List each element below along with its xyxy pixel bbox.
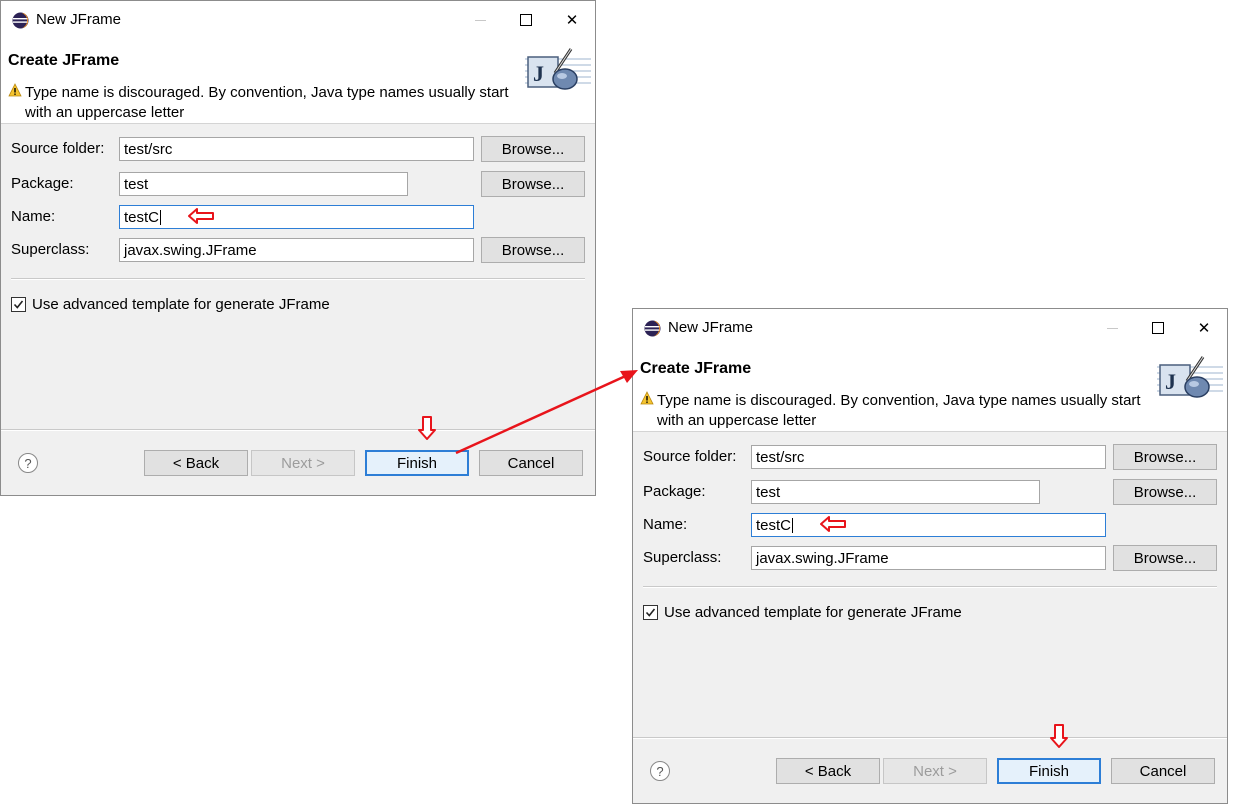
browse-package-button[interactable]: Browse... xyxy=(481,171,585,197)
superclass-label: Superclass: xyxy=(11,241,90,258)
advanced-template-checkbox[interactable] xyxy=(11,297,26,312)
wizard-header: Create JFrame Type name is discouraged. … xyxy=(633,347,1227,432)
maximize-button[interactable] xyxy=(1135,309,1181,347)
close-icon: ✕ xyxy=(1197,320,1211,337)
advanced-template-checkbox[interactable] xyxy=(643,605,658,620)
help-button[interactable]: ? xyxy=(650,761,670,781)
separator xyxy=(643,586,1217,588)
red-arrow-down-icon xyxy=(418,416,436,440)
banner-letter: J xyxy=(1165,369,1176,394)
warning-message: Type name is discouraged. By convention,… xyxy=(657,392,1141,429)
advanced-template-label: Use advanced template for generate JFram… xyxy=(664,604,962,621)
name-label: Name: xyxy=(11,208,56,225)
superclass-input[interactable]: javax.swing.JFrame xyxy=(751,546,1106,570)
window-title: New JFrame xyxy=(668,319,754,336)
page-title: Create JFrame xyxy=(640,360,752,377)
name-input[interactable]: testC xyxy=(751,513,1106,537)
close-button[interactable]: ✕ xyxy=(549,1,595,39)
warning-icon xyxy=(8,83,22,97)
browse-superclass-button[interactable]: Browse... xyxy=(481,237,585,263)
warning-message: Type name is discouraged. By convention,… xyxy=(25,84,509,121)
name-label: Name: xyxy=(643,516,688,533)
eclipse-icon xyxy=(644,320,661,337)
browse-package-button[interactable]: Browse... xyxy=(1113,479,1217,505)
red-arrow-left-icon xyxy=(820,516,846,532)
minimize-button[interactable] xyxy=(457,1,503,39)
maximize-button[interactable] xyxy=(503,1,549,39)
back-button[interactable]: < Back xyxy=(144,450,248,476)
next-button[interactable]: Next > xyxy=(883,758,987,784)
finish-button[interactable]: Finish xyxy=(997,758,1101,784)
package-label: Package: xyxy=(643,483,706,500)
browse-source-folder-button[interactable]: Browse... xyxy=(481,136,585,162)
help-button[interactable]: ? xyxy=(18,453,38,473)
close-button[interactable]: ✕ xyxy=(1181,309,1227,347)
package-label: Package: xyxy=(11,175,74,192)
new-jframe-dialog-before: New JFrame ✕ Create JFrame Type name is … xyxy=(0,0,596,496)
browse-source-folder-button[interactable]: Browse... xyxy=(1113,444,1217,470)
superclass-label: Superclass: xyxy=(643,549,722,566)
footer-separator xyxy=(633,737,1227,739)
help-icon: ? xyxy=(656,763,664,779)
text-caret xyxy=(792,517,794,533)
finish-button[interactable]: Finish xyxy=(365,450,469,476)
minimize-icon xyxy=(1106,327,1118,329)
checkmark-icon xyxy=(645,608,656,617)
cancel-button[interactable]: Cancel xyxy=(1111,758,1215,784)
next-button[interactable]: Next > xyxy=(251,450,355,476)
source-folder-input[interactable]: test/src xyxy=(751,445,1106,469)
window-title: New JFrame xyxy=(36,11,122,28)
minimize-icon xyxy=(474,19,486,21)
banner-letter: J xyxy=(533,61,544,86)
help-icon: ? xyxy=(24,455,32,471)
source-folder-label: Source folder: xyxy=(11,140,105,157)
maximize-icon xyxy=(1152,322,1164,334)
maximize-icon xyxy=(520,14,532,26)
back-button[interactable]: < Back xyxy=(776,758,880,784)
red-arrow-down-icon xyxy=(1050,724,1068,748)
text-caret xyxy=(160,209,162,225)
cancel-button[interactable]: Cancel xyxy=(479,450,583,476)
close-icon: ✕ xyxy=(565,12,579,29)
warning-icon xyxy=(640,391,654,405)
superclass-input[interactable]: javax.swing.JFrame xyxy=(119,238,474,262)
wizard-header: Create JFrame Type name is discouraged. … xyxy=(1,39,595,124)
advanced-template-label: Use advanced template for generate JFram… xyxy=(32,296,330,313)
eclipse-icon xyxy=(12,12,29,29)
package-input[interactable]: test xyxy=(751,480,1040,504)
package-input[interactable]: test xyxy=(119,172,408,196)
checkmark-icon xyxy=(13,300,24,309)
name-input[interactable]: testC xyxy=(119,205,474,229)
title-bar: New JFrame ✕ xyxy=(633,309,1227,347)
separator xyxy=(11,278,585,280)
jframe-wizard-banner-icon: J xyxy=(525,48,591,90)
new-jframe-dialog-after: New JFrame ✕ Create JFrame Type name is … xyxy=(632,308,1228,804)
source-folder-label: Source folder: xyxy=(643,448,737,465)
title-bar: New JFrame ✕ xyxy=(1,1,595,39)
red-arrow-left-icon xyxy=(188,208,214,224)
jframe-wizard-banner-icon: J xyxy=(1157,356,1223,398)
minimize-button[interactable] xyxy=(1089,309,1135,347)
source-folder-input[interactable]: test/src xyxy=(119,137,474,161)
page-title: Create JFrame xyxy=(8,52,120,69)
footer-separator xyxy=(1,429,595,431)
browse-superclass-button[interactable]: Browse... xyxy=(1113,545,1217,571)
